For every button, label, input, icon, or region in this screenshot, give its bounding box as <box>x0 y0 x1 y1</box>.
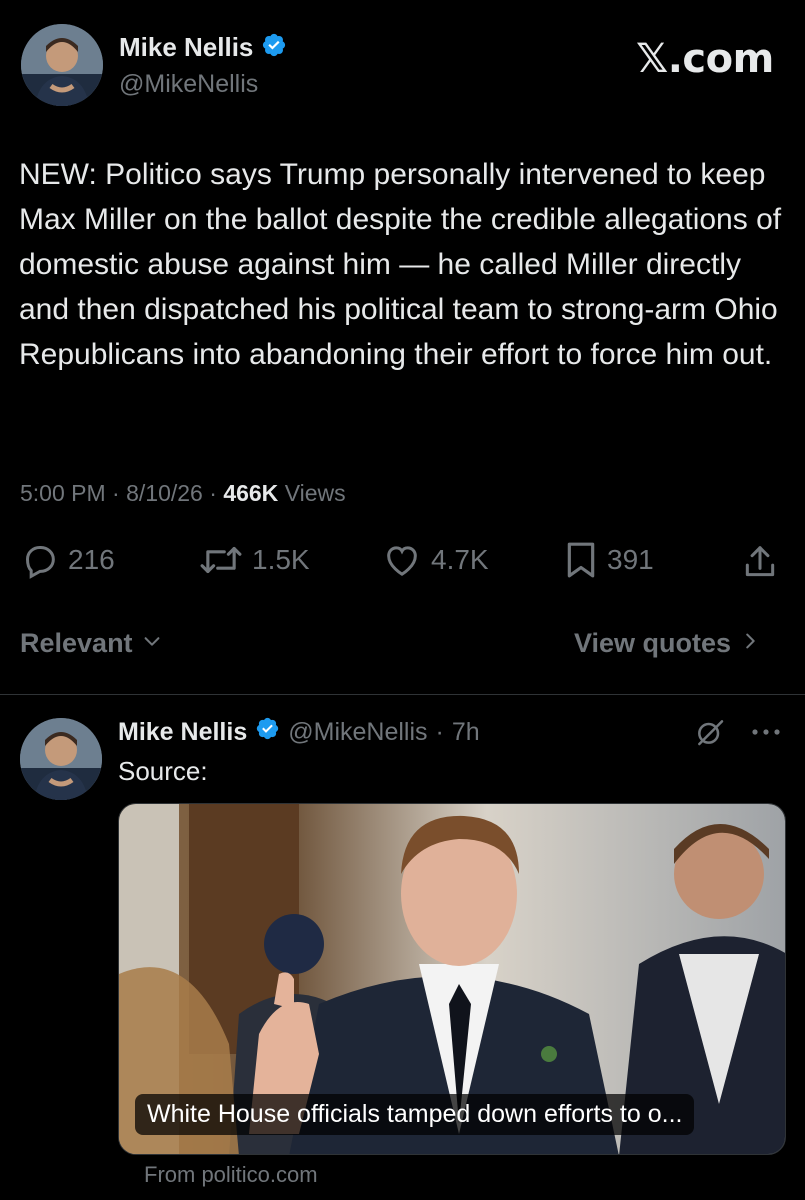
like-count: 4.7K <box>431 544 489 575</box>
like-icon <box>381 540 423 580</box>
author-name[interactable]: Mike Nellis <box>119 32 253 63</box>
bookmark-button[interactable]: 391 <box>563 540 654 580</box>
author-avatar[interactable] <box>21 24 103 106</box>
view-quotes-link[interactable]: View quotes <box>574 628 761 659</box>
reply-author-name[interactable]: Mike Nellis <box>118 718 247 747</box>
repost-icon <box>198 540 244 580</box>
share-icon[interactable] <box>741 542 779 587</box>
chevron-right-icon <box>739 628 761 659</box>
divider <box>0 694 805 695</box>
views-count: 466K <box>223 480 279 506</box>
reply-age[interactable]: 7h <box>452 718 480 747</box>
view-quotes-label: View quotes <box>574 628 732 658</box>
link-source[interactable]: From politico.com <box>144 1162 318 1188</box>
reply-button[interactable]: 216 <box>20 540 115 580</box>
relevant-sort-button[interactable]: Relevant <box>20 628 163 659</box>
link-preview-card[interactable]: White House officials tamped down effort… <box>118 803 786 1155</box>
bookmark-count: 391 <box>607 544 654 575</box>
brand-logo: 𝕏.com <box>636 36 774 82</box>
like-button[interactable]: 4.7K <box>381 540 489 580</box>
views-label: Views <box>284 480 346 506</box>
repost-button[interactable]: 1.5K <box>198 540 310 580</box>
reply-icon <box>20 540 60 580</box>
tweet-time[interactable]: 5:00 PM <box>20 480 106 506</box>
tweet-date[interactable]: 8/10/26 <box>126 480 203 506</box>
reply-author-avatar[interactable] <box>20 718 102 800</box>
reply-text: Source: <box>118 756 208 786</box>
link-preview-caption: White House officials tamped down effort… <box>135 1094 695 1135</box>
reply-count: 216 <box>68 544 115 575</box>
relevant-label: Relevant <box>20 628 133 658</box>
author-handle[interactable]: @MikeNellis <box>119 70 258 99</box>
tweet-text: NEW: Politico says Trump personally inte… <box>19 158 782 371</box>
tweet-meta: 5:00 PM · 8/10/26 · 466K Views <box>20 480 346 506</box>
bookmark-icon <box>563 540 599 580</box>
grok-icon[interactable] <box>694 716 726 753</box>
verified-badge-icon <box>261 32 287 63</box>
more-icon[interactable] <box>750 720 782 749</box>
verified-badge-icon <box>255 716 280 748</box>
chevron-down-icon <box>141 628 163 659</box>
repost-count: 1.5K <box>252 544 310 575</box>
reply-author-handle[interactable]: @MikeNellis <box>288 718 427 747</box>
